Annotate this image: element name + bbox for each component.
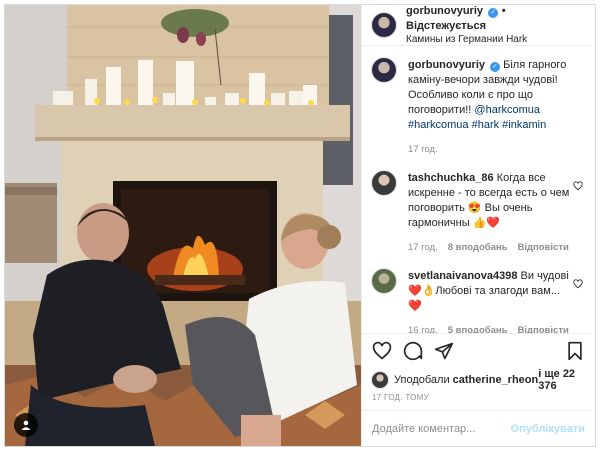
caption-mention[interactable]: @harkcomua: [474, 104, 540, 116]
comment-like-heart-icon[interactable]: [573, 279, 583, 289]
comment-like-heart-icon[interactable]: [573, 181, 583, 191]
reply-button[interactable]: Відповісти: [517, 240, 568, 255]
post-photo[interactable]: [5, 5, 361, 446]
comments-list: gorbunovyuriy ✓ Біля гарного каміну-вечо…: [362, 46, 595, 333]
caption-avatar[interactable]: [372, 58, 396, 82]
bookmark-icon[interactable]: [565, 341, 585, 361]
caption-username[interactable]: gorbunovyuriy: [408, 59, 485, 71]
caption-time[interactable]: 17 год.: [408, 142, 438, 157]
comment-likes[interactable]: 8 вподобань: [448, 240, 508, 255]
verified-badge-icon: ✓: [490, 62, 501, 72]
post-timestamp[interactable]: 17 ГОД. ТОМУ: [362, 393, 595, 410]
likes-summary: Уподобали catherine_rheon і ще 22 376: [362, 367, 595, 393]
commenter-avatar[interactable]: [372, 269, 396, 293]
reply-button[interactable]: Відповісти: [517, 323, 568, 333]
comment-item: tashchuchka_86 Когда все искренне - то в…: [372, 171, 585, 255]
caption: gorbunovyuriy ✓ Біля гарного каміну-вечо…: [372, 58, 585, 157]
liker-username[interactable]: catherine_rheon: [453, 374, 539, 386]
likes-count[interactable]: і ще 22 376: [538, 368, 585, 392]
post-location[interactable]: Камины из Германии Hark: [406, 33, 585, 47]
author-username[interactable]: gorbunovyuriy: [406, 5, 483, 17]
author-avatar[interactable]: [372, 13, 396, 37]
instagram-post: gorbunovyuriy ✓ • Відстежується Камины и…: [4, 4, 596, 447]
post-actions: [362, 333, 595, 367]
comment-item: svetlanaivanova4398 Ви чудові ❤️👌Любові …: [372, 269, 585, 333]
comment-time[interactable]: 17 год.: [408, 240, 438, 255]
follow-status-button[interactable]: Відстежується: [406, 20, 486, 32]
comment-icon[interactable]: [403, 341, 423, 361]
post-header: gorbunovyuriy ✓ • Відстежується Камины и…: [362, 5, 595, 46]
comment-time[interactable]: 16 год.: [408, 323, 438, 333]
add-comment-bar: Додайте коментар... Опублікувати: [362, 410, 595, 446]
tagged-users-button[interactable]: [14, 413, 38, 437]
comment-likes[interactable]: 5 вподобань: [448, 323, 508, 333]
verified-badge-icon: ✓: [488, 8, 499, 18]
commenter-username[interactable]: tashchuchka_86: [408, 172, 494, 184]
heart-icon[interactable]: [372, 341, 392, 361]
commenter-avatar[interactable]: [372, 171, 396, 195]
user-tag-icon: [21, 420, 31, 430]
caption-hashtags[interactable]: #harkcomua #hark #inkamin: [408, 119, 546, 131]
likes-prefix: Уподобали: [394, 374, 450, 386]
send-icon[interactable]: [434, 341, 454, 361]
comment-input[interactable]: Додайте коментар...: [372, 423, 475, 435]
post-sidebar: gorbunovyuriy ✓ • Відстежується Камины и…: [361, 5, 595, 446]
liker-avatar[interactable]: [372, 372, 388, 388]
fireplace-photo: [5, 5, 361, 446]
commenter-username[interactable]: svetlanaivanova4398: [408, 270, 517, 282]
publish-button[interactable]: Опублікувати: [511, 423, 585, 435]
